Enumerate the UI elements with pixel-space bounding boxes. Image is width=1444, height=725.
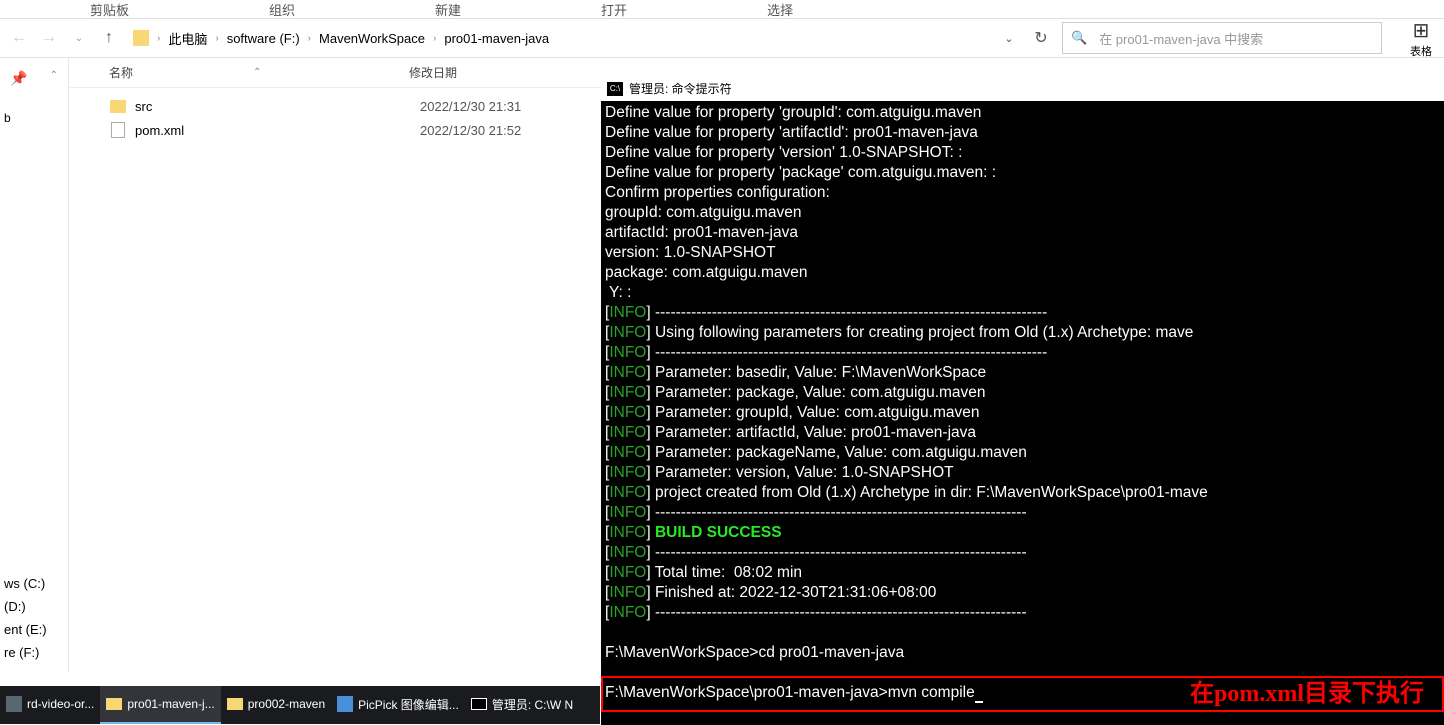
terminal-line: Define value for property 'package' com.…	[605, 163, 1440, 183]
folder-icon	[109, 97, 127, 115]
drive-c[interactable]: ws (C:)	[0, 572, 68, 595]
view-label: 表格	[1410, 43, 1432, 59]
breadcrumb-folder2[interactable]: pro01-maven-java	[440, 29, 553, 48]
terminal-line: Define value for property 'artifactId': …	[605, 123, 1440, 143]
app-icon	[6, 696, 22, 712]
terminal-line: Y: :	[605, 283, 1440, 303]
terminal-line: Define value for property 'version' 1.0-…	[605, 143, 1440, 163]
chevron-right-icon[interactable]: ›	[215, 33, 218, 44]
ribbon-tab-new[interactable]: 新建	[365, 0, 531, 18]
terminal-line: [INFO] ---------------------------------…	[605, 303, 1440, 323]
terminal-line: [INFO] ---------------------------------…	[605, 343, 1440, 363]
refresh-button[interactable]: ↻	[1026, 23, 1056, 53]
taskbar-item[interactable]: 管理员: C:\W N	[465, 686, 579, 724]
terminal-line: [INFO] Total time: 08:02 min	[605, 563, 1440, 583]
up-button[interactable]: ↑	[94, 23, 124, 53]
dropdown-button[interactable]: ⌄	[994, 23, 1024, 53]
terminal-line: [INFO] Parameter: groupId, Value: com.at…	[605, 403, 1440, 423]
file-date: 2022/12/30 21:31	[420, 99, 521, 114]
cmd-icon: C:\	[607, 82, 623, 96]
column-modified[interactable]: 修改日期	[409, 64, 609, 81]
chevron-down-icon[interactable]: ⌃	[253, 67, 261, 78]
terminal-title: 管理员: 命令提示符	[629, 79, 732, 99]
terminal-line: [INFO] Parameter: version, Value: 1.0-SN…	[605, 463, 1440, 483]
taskbar-item[interactable]: pro01-maven-j...	[100, 686, 220, 724]
terminal-line: [INFO] Parameter: basedir, Value: F:\Mav…	[605, 363, 1440, 383]
drive-e[interactable]: ent (E:)	[0, 618, 68, 641]
forward-button: →	[34, 23, 64, 53]
terminal-prompt: F:\MavenWorkSpace>cd pro01-maven-java	[605, 643, 1440, 663]
cmd-icon	[471, 698, 487, 710]
taskbar-item[interactable]: PicPick 图像编辑...	[331, 686, 465, 724]
file-name: pom.xml	[135, 123, 420, 138]
pin-icon: 📌	[10, 70, 27, 87]
picpick-icon	[337, 696, 353, 712]
chevron-down-icon: ⌃	[50, 70, 58, 87]
breadcrumb[interactable]: › 此电脑 › software (F:) › MavenWorkSpace ›…	[124, 22, 988, 54]
terminal-line: [INFO] Parameter: package, Value: com.at…	[605, 383, 1440, 403]
pin-row[interactable]: 📌⌃	[0, 68, 68, 89]
terminal-line: [INFO] project created from Old (1.x) Ar…	[605, 483, 1440, 503]
file-name: src	[135, 99, 420, 114]
command-prompt-window[interactable]: C:\ 管理员: 命令提示符 Define value for property…	[601, 77, 1444, 725]
taskbar-item[interactable]: pro002-maven	[221, 686, 331, 724]
terminal-line	[605, 623, 1440, 643]
breadcrumb-pc[interactable]: 此电脑	[164, 27, 211, 50]
ribbon-tab-organize[interactable]: 组织	[199, 0, 365, 18]
folder-icon	[106, 698, 122, 710]
view-panel[interactable]: ⊞ 表格	[1402, 18, 1440, 59]
file-date: 2022/12/30 21:52	[420, 123, 521, 138]
ribbon-tab-select[interactable]: 选择	[697, 0, 863, 18]
search-input[interactable]: 🔍 在 pro01-maven-java 中搜索	[1062, 22, 1382, 54]
terminal-line: [INFO] Parameter: packageName, Value: co…	[605, 443, 1440, 463]
address-bar: ← → ⌄ ↑ › 此电脑 › software (F:) › MavenWor…	[0, 18, 1444, 58]
terminal-line: groupId: com.atguigu.maven	[605, 203, 1440, 223]
back-button[interactable]: ←	[4, 23, 34, 53]
chevron-right-icon[interactable]: ›	[308, 33, 311, 44]
folder-icon	[227, 698, 243, 710]
terminal-line: [INFO] Using following parameters for cr…	[605, 323, 1440, 343]
drive-f[interactable]: re (F:)	[0, 641, 68, 664]
ribbon-tab-clipboard[interactable]: 剪贴板	[20, 0, 199, 18]
terminal-line: [INFO] ---------------------------------…	[605, 603, 1440, 623]
terminal-line: package: com.atguigu.maven	[605, 263, 1440, 283]
ribbon-tab-open[interactable]: 打开	[531, 0, 697, 18]
terminal-line: Confirm properties configuration:	[605, 183, 1440, 203]
chevron-right-icon[interactable]: ›	[433, 33, 436, 44]
drive-d[interactable]: (D:)	[0, 595, 68, 618]
terminal-line: Define value for property 'groupId': com…	[605, 103, 1440, 123]
taskbar-item[interactable]: rd-video-or...	[0, 686, 100, 724]
grid-icon: ⊞	[1413, 18, 1430, 43]
file-icon	[109, 121, 127, 139]
sidebar-item[interactable]: b	[0, 109, 68, 127]
terminal-line: [INFO] ---------------------------------…	[605, 543, 1440, 563]
breadcrumb-folder1[interactable]: MavenWorkSpace	[315, 29, 429, 48]
terminal-line: [INFO] ---------------------------------…	[605, 503, 1440, 523]
terminal-titlebar[interactable]: C:\ 管理员: 命令提示符	[601, 77, 1444, 101]
terminal-line: version: 1.0-SNAPSHOT	[605, 243, 1440, 263]
recent-dropdown[interactable]: ⌄	[64, 23, 94, 53]
annotation-text: 在pom.xml目录下执行	[1190, 673, 1424, 708]
terminal-line: artifactId: pro01-maven-java	[605, 223, 1440, 243]
taskbar: rd-video-or... pro01-maven-j... pro002-m…	[0, 686, 600, 724]
breadcrumb-drive[interactable]: software (F:)	[223, 29, 304, 48]
terminal-line: [INFO] BUILD SUCCESS	[605, 523, 1440, 543]
ribbon-tabs: 剪贴板 组织 新建 打开 选择	[0, 0, 1444, 18]
search-placeholder: 在 pro01-maven-java 中搜索	[1099, 29, 1263, 48]
cursor	[975, 701, 983, 703]
search-icon: 🔍	[1071, 30, 1087, 46]
column-name[interactable]: 名称	[109, 64, 133, 81]
chevron-right-icon[interactable]: ›	[157, 33, 160, 44]
terminal-line: [INFO] Finished at: 2022-12-30T21:31:06+…	[605, 583, 1440, 603]
terminal-line: [INFO] Parameter: artifactId, Value: pro…	[605, 423, 1440, 443]
terminal-body[interactable]: Define value for property 'groupId': com…	[601, 101, 1444, 705]
drive-list: ws (C:) (D:) ent (E:) re (F:)	[0, 572, 68, 664]
folder-icon	[133, 30, 149, 46]
